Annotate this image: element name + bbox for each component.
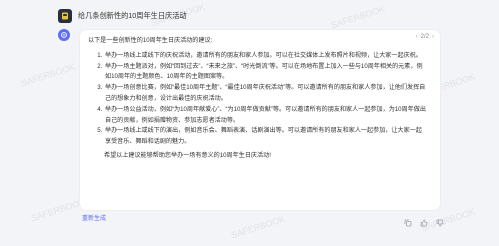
copy-icon[interactable]: [404, 212, 412, 227]
watermark: SAFERBOOK: [419, 206, 477, 234]
suggestion-list: 举办一场线上或线下的庆祝活动，邀请所有的朋友和家人参加。可以在社交媒体上发布照片…: [88, 51, 426, 148]
assistant-avatar-icon: [58, 29, 70, 41]
list-item: 举办一场主题派对，例如“回到过去”、“未来之旅”、“时光倒流”等。可以在场地布置…: [104, 62, 426, 84]
list-item: 举办一场线上或线下的庆祝活动，邀请所有的朋友和家人参加。可以在社交媒体上发布照片…: [104, 51, 426, 62]
list-item: 举办一场公益活动，例如“为10周年献爱心”、“为10周年做贡献”等。可以邀请所有…: [104, 105, 426, 127]
user-message-row: 给几条创新性的10周年生日庆活动: [58, 8, 187, 24]
list-item: 举办一场线上或线下的演出，例如音乐会、舞蹈表演、话剧演出等。可以邀请所有的朋友和…: [104, 126, 426, 148]
watermark: SAFERBOOK: [19, 61, 77, 89]
next-page-icon[interactable]: ›: [432, 34, 434, 40]
user-avatar-icon: [58, 9, 72, 23]
thumbs-up-icon[interactable]: [420, 212, 428, 227]
regenerate-button[interactable]: 重新生成: [82, 213, 106, 222]
assistant-response-card: ‹ 2/2 › 以下是一些创新性的10周年生日庆活动的建议: 举办一场线上或线下…: [80, 30, 440, 210]
response-intro: 以下是一些创新性的10周年生日庆活动的建议:: [88, 37, 213, 44]
list-item: 举办一场创意比赛，例如“最佳10周年主题”、“最佳10周年庆祝活动”等。可以邀请…: [104, 83, 426, 105]
response-actions: [404, 212, 444, 227]
watermark: SAFERBOOK: [329, 3, 387, 31]
response-content: 以下是一些创新性的10周年生日庆活动的建议: 举办一场线上或线下的庆祝活动，邀请…: [88, 36, 426, 162]
watermark: SAFERBOOK: [29, 196, 87, 224]
response-outro: 希望以上建议能够帮助您举办一场有意义的10周年生日庆活动!: [104, 151, 271, 159]
thumbs-down-icon[interactable]: [436, 212, 444, 227]
watermark: SAFERBOOK: [229, 213, 287, 241]
user-message: 给几条创新性的10周年生日庆活动: [78, 11, 187, 20]
